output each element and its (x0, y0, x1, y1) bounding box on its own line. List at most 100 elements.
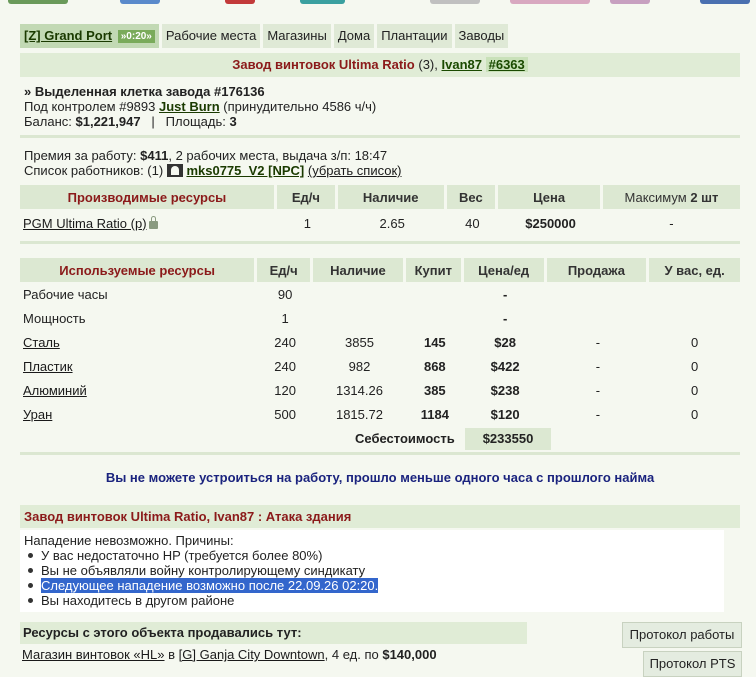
tab-shops[interactable]: Магазины (263, 24, 331, 48)
rate-cell: 240 (274, 334, 296, 350)
lock-icon (148, 215, 158, 229)
cost-label: Себестоимость (355, 431, 455, 446)
col-stock: Наличие (337, 185, 447, 209)
col-price: Цена (498, 185, 603, 209)
col-rate: Ед/ч (257, 258, 314, 282)
list-item: Вы находитесь в другом районе (26, 593, 378, 608)
rate-cell: 120 (274, 382, 296, 398)
selected-text: Следующее нападение возможно после 22.09… (41, 578, 379, 593)
district-tabs: [Z] Grand Port »0:20» Рабочие места Мага… (20, 24, 511, 48)
buy-cell (406, 306, 464, 330)
buy-cell (406, 282, 464, 306)
table-row: PGM Ultima Ratio (p) 1 2.65 40 $250000 - (20, 209, 740, 237)
buy-cell: 1184 (420, 406, 449, 422)
factory-id-link[interactable]: #6363 (485, 57, 528, 72)
col-rate: Ед/ч (276, 185, 338, 209)
list-item: Следующее нападение возможно после 22.09… (26, 578, 379, 593)
resource-link-plastic[interactable]: Пластик (23, 359, 73, 374)
resource-name: Рабочие часы (23, 286, 108, 302)
tab-factories[interactable]: Заводы (454, 24, 509, 48)
separator (20, 135, 740, 138)
stock-cell: 1815.72 (335, 406, 383, 422)
work-log-button[interactable]: Протокол работы (622, 622, 742, 648)
price-cell: - (502, 286, 508, 302)
sell-cell (547, 306, 650, 330)
have-cell: 0 (691, 358, 699, 374)
used-resources-table: Используемые ресурсы Ед/ч Наличие Купит … (20, 258, 740, 426)
resource-link-uranium[interactable]: Уран (23, 407, 52, 422)
col-buy: Купит (405, 258, 464, 282)
stock-cell: 2.65 (379, 215, 405, 231)
npc-icon (166, 164, 183, 177)
owner-link[interactable]: Ivan87 (442, 57, 482, 72)
timer-badge: »0:20» (117, 30, 155, 43)
buy-cell: 868 (423, 358, 446, 374)
bonus-rest: , 2 рабочих места, выдача з/п: 18:47 (168, 148, 388, 163)
rate-cell: 240 (274, 358, 296, 374)
bonus-line: Премия за работу: $411, 2 рабочих места,… (24, 148, 387, 163)
resource-cell: Пластик (20, 354, 257, 378)
have-cell (649, 282, 740, 306)
tab-label[interactable]: [Z] Grand Port (24, 28, 112, 43)
workers-label: Список работников: (1) (24, 163, 164, 178)
control-line: Под контролем #9893 Just Burn (принудите… (24, 99, 376, 114)
sell-cell: - (595, 382, 601, 398)
district-link[interactable]: [G] Ganja City Downtown (179, 647, 325, 662)
hire-notice: Вы не можете устроиться на работу, прошл… (105, 470, 655, 485)
product-link[interactable]: PGM Ultima Ratio (p) (23, 216, 147, 231)
table-row: Уран 500 1815.72 1184 $120 - 0 (20, 402, 740, 426)
sold-qty: , 4 ед. по (324, 647, 379, 662)
cell-heading: » Выделенная клетка завода #176136 (24, 84, 265, 99)
tab-grand-port[interactable]: [Z] Grand Port »0:20» (20, 24, 159, 48)
have-cell: 0 (691, 406, 699, 422)
bonus-label: Премия за работу: (24, 148, 137, 163)
tab-workplaces[interactable]: Рабочие места (161, 24, 261, 48)
col-stock: Наличие (313, 258, 406, 282)
table-header-row: Производимые ресурсы Ед/ч Наличие Вес Це… (20, 185, 740, 209)
stock-cell: 3855 (345, 334, 374, 350)
stock-cell: 982 (348, 358, 371, 374)
produced-resources-table: Производимые ресурсы Ед/ч Наличие Вес Це… (20, 185, 740, 237)
attack-reasons-header: Нападение невозможно. Причины: (24, 533, 234, 548)
col-produced-resources: Производимые ресурсы (20, 185, 277, 209)
have-cell (649, 306, 740, 330)
tab-houses[interactable]: Дома (333, 24, 375, 48)
sold-price: $140,000 (382, 647, 437, 662)
resource-name: Мощность (23, 310, 86, 326)
pts-log-button[interactable]: Протокол PTS (643, 651, 742, 677)
resource-link-steel[interactable]: Сталь (23, 335, 60, 350)
resource-cell: Сталь (20, 330, 257, 354)
shop-link[interactable]: Магазин винтовок «HL» (22, 647, 165, 662)
table-header-row: Используемые ресурсы Ед/ч Наличие Купит … (20, 258, 740, 282)
tab-plantations[interactable]: Плантации (377, 24, 452, 48)
sell-cell: - (595, 334, 601, 350)
table-row: Пластик 240 982 868 $422 - 0 (20, 354, 740, 378)
worker-link[interactable]: mks0775_V2 [NPC] (186, 163, 304, 178)
weight-cell: 40 (465, 215, 480, 231)
sell-cell: - (595, 358, 601, 374)
rate-cell: 1 (281, 310, 289, 326)
remove-list-link[interactable]: (убрать список) (308, 163, 402, 178)
resource-link-aluminium[interactable]: Алюминий (23, 383, 87, 398)
table-row: Мощность 1 - (20, 306, 740, 330)
price-cell: $422 (490, 358, 520, 374)
price-cell: $120 (490, 406, 520, 422)
price-cell: $238 (490, 382, 520, 398)
col-unit-price: Цена/ед (463, 258, 547, 282)
col-sell: Продажа (546, 258, 650, 282)
have-cell: 0 (691, 334, 699, 350)
price-cell: $250000 (525, 215, 576, 231)
rate-cell: 1 (303, 215, 311, 231)
sold-row: Магазин винтовок «HL» в [G] Ganja City D… (22, 647, 437, 662)
factory-name: Завод винтовок Ultima Ratio (232, 57, 415, 72)
separator (20, 452, 740, 455)
attack-reasons-list: У вас недостаточно HP (требуется более 8… (26, 548, 379, 608)
control-suffix: (принудительно 4586 ч/ч) (223, 99, 377, 114)
controller-link[interactable]: Just Burn (159, 99, 220, 114)
rate-cell: 90 (277, 286, 293, 302)
attack-reasons-box: Нападение невозможно. Причины: У вас нед… (20, 530, 724, 612)
resource-cell: Уран (20, 402, 257, 426)
workers-line: Список работников: (1) mks0775_V2 [NPC] … (24, 163, 402, 178)
buy-cell: 385 (423, 382, 446, 398)
attack-title-bar: Завод винтовок Ultima Ratio, Ivan87 : Ат… (20, 505, 740, 528)
